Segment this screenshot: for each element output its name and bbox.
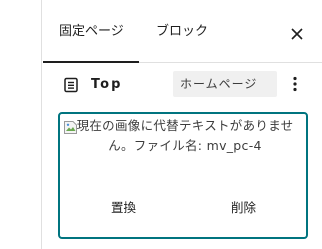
more-vertical-icon <box>293 76 297 92</box>
more-options-button[interactable] <box>285 72 305 96</box>
close-icon <box>291 28 303 40</box>
tab-page[interactable]: 固定ページ <box>59 24 124 40</box>
image-alt-text: 現在の画像に代替テキストがありません。ファイル名: mv_pc-4 <box>76 118 294 153</box>
settings-sidebar: 固定ページ ブロック Top ホームページ 現在の画像に代替テキストがありません… <box>43 0 322 249</box>
homepage-badge: ホームページ <box>173 71 277 97</box>
replace-image-button[interactable]: 置換 <box>111 200 136 216</box>
page-icon <box>64 77 78 93</box>
featured-image-card[interactable]: 現在の画像に代替テキストがありません。ファイル名: mv_pc-4 置換 削除 <box>58 112 308 239</box>
close-sidebar-button[interactable] <box>285 22 309 46</box>
tab-block[interactable]: ブロック <box>156 24 208 40</box>
page-title: Top <box>91 77 123 92</box>
remove-image-button[interactable]: 削除 <box>231 200 256 216</box>
editor-canvas-gutter <box>0 0 42 249</box>
sidebar-tabs: 固定ページ ブロック <box>43 0 322 63</box>
